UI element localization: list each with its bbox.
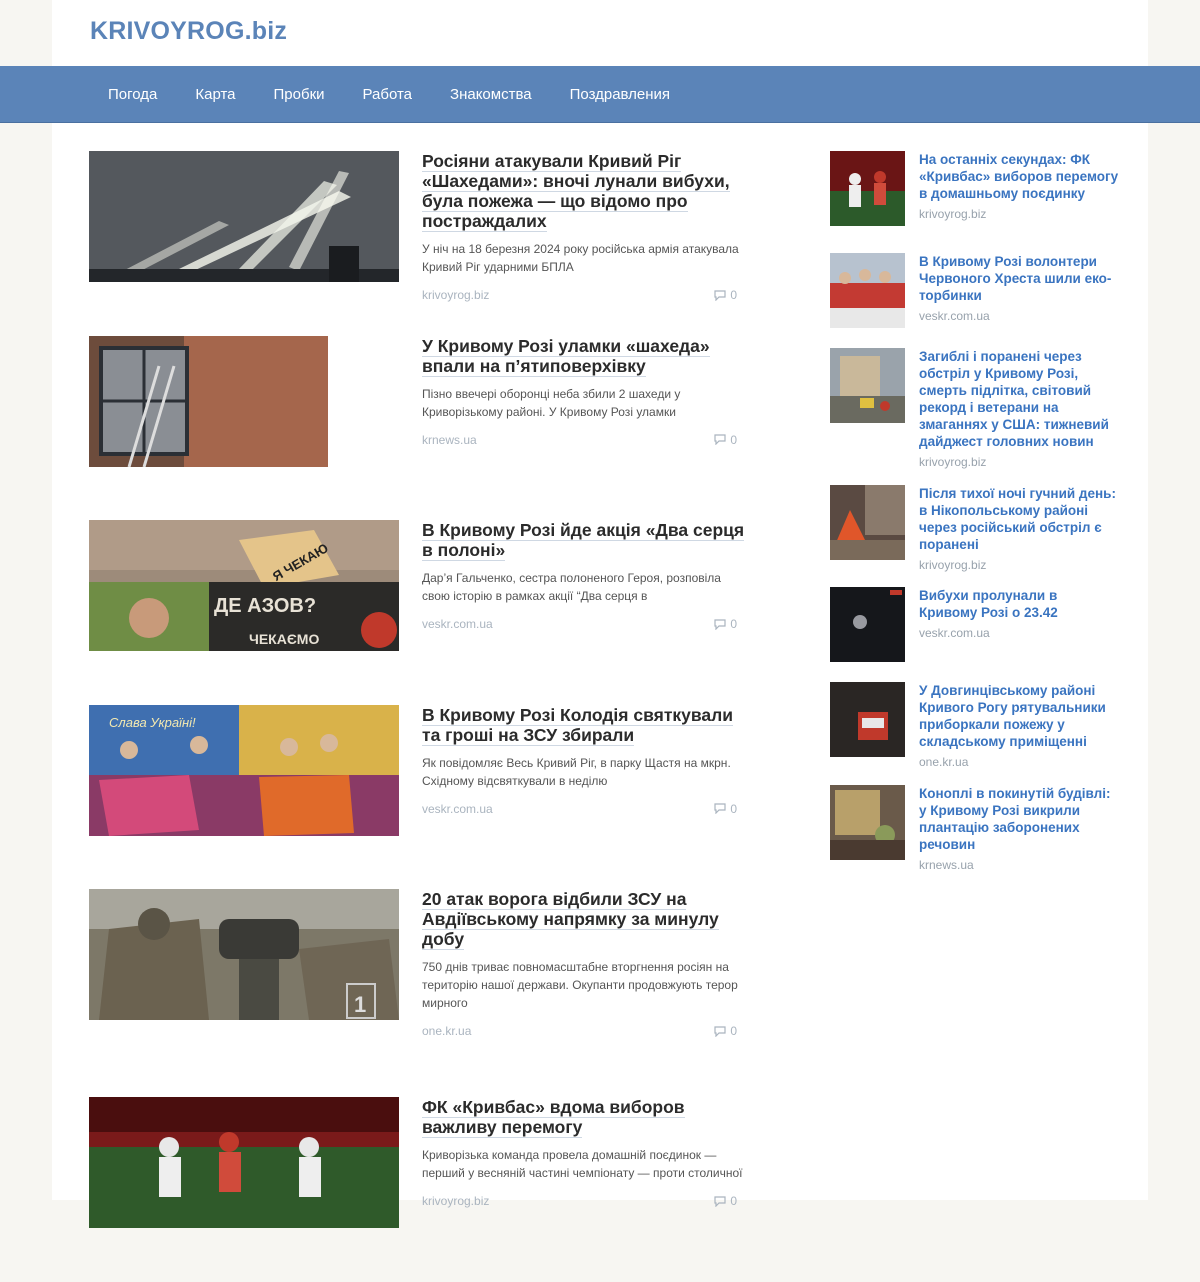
sidebar-thumbnail-warehouse[interactable] [830,682,905,757]
article-thumbnail-searchlights[interactable] [89,151,399,282]
sidebar-thumbnail-plantation[interactable] [830,785,905,860]
article-excerpt: Дар’я Гальченко, сестра полоненого Героя… [422,571,721,603]
image-text-where-azov: ДЕ АЗОВ? [214,595,316,617]
article-thumbnail-football[interactable] [89,1097,399,1228]
sidebar-item: У Довгинцівському районі Кривого Рогу ря… [830,682,1120,785]
sidebar: На останніх секундах: ФК «Кривбас» вибор… [830,151,1120,880]
sidebar-thumbnail-fire[interactable] [830,485,905,560]
article-item: 1 20 атак ворога відбили ЗСУ на Авдіївсь… [89,889,749,1097]
nav-item-map[interactable]: Карта [176,66,254,123]
article-title[interactable]: В Кривому Розі йде акція «Два серця в по… [422,520,747,561]
article-excerpt: У ніч на 18 березня 2024 року російська … [422,242,739,274]
sidebar-thumbnail-damaged-building[interactable] [830,348,905,423]
site-header: KRIVOYROG.biz [52,0,1148,66]
article-item: Росіяни атакували Кривий Ріг «Шахедами»:… [89,151,749,336]
comment-count: 0 [730,288,737,302]
article-title[interactable]: Росіяни атакували Кривий Ріг «Шахедами»:… [422,151,747,232]
article-source: krivoyrog.biz [422,1194,490,1208]
comments-link[interactable]: 0 [714,1194,737,1208]
sidebar-item: В Кривому Розі волонтери Червоного Хрест… [830,253,1120,348]
sidebar-source: one.kr.ua [919,755,969,769]
sidebar-source: krivoyrog.biz [919,455,987,469]
sidebar-title[interactable]: В Кривому Розі волонтери Червоного Хрест… [919,253,1119,304]
comments-link[interactable]: 0 [714,1024,737,1038]
sidebar-title[interactable]: Після тихої ночі гучний день: в Нікополь… [919,485,1119,553]
sidebar-thumbnail-volunteers[interactable] [830,253,905,328]
article-title[interactable]: У Кривому Розі уламки «шахеда» впали на … [422,335,747,377]
comment-count: 0 [730,432,737,447]
article-source: veskr.com.ua [422,617,493,631]
image-text-waiting-banner: ЧЕКАЄМО [249,631,319,647]
speech-bubble-icon [714,618,726,630]
nav-item-traffic[interactable]: Пробки [255,66,344,123]
comment-count: 0 [730,801,737,816]
sidebar-item: Загиблі і поранені через обстріл у Криво… [830,348,1120,485]
speech-bubble-icon [714,803,726,814]
article-source: one.kr.ua [422,1024,472,1038]
comment-count: 0 [730,617,737,631]
comments-link[interactable]: 0 [714,288,737,302]
sidebar-thumbnail-football[interactable] [830,151,905,226]
nav-item-dating[interactable]: Знакомства [431,66,551,123]
comment-count: 0 [730,1024,737,1038]
sidebar-title[interactable]: Загиблі і поранені через обстріл у Криво… [919,348,1119,450]
sidebar-source: veskr.com.ua [919,309,990,323]
comments-link[interactable]: 0 [714,433,737,447]
article-excerpt: Криворізька команда провела домашній поє… [422,1148,743,1180]
sidebar-source: krivoyrog.biz [919,558,987,572]
article-thumbnail-window[interactable] [89,335,328,467]
speech-bubble-icon [714,1025,726,1037]
article-title[interactable]: В Кривому Розі Колодія святкували та гро… [422,704,747,746]
article-title[interactable]: 20 атак ворога відбили ЗСУ на Авдіївсько… [422,889,747,950]
article-source: krivoyrog.biz [422,288,490,302]
article-thumbnail-soldiers[interactable]: 1 [89,889,399,1020]
comment-count: 0 [730,1194,737,1208]
speech-bubble-icon [714,1195,726,1207]
image-text-channel-one: 1 [354,992,366,1017]
sidebar-title[interactable]: У Довгинцівському районі Кривого Рогу ря… [919,682,1119,750]
article-title[interactable]: ФК «Кривбас» вдома виборов важливу перем… [422,1097,747,1138]
nav-item-jobs[interactable]: Работа [344,66,432,123]
sidebar-item: Коноплі в покинутій будівлі: у Кривому Р… [830,785,1120,880]
nav-item-weather[interactable]: Погода [89,66,176,123]
speech-bubble-icon [714,289,726,301]
comments-link[interactable]: 0 [714,802,737,816]
sidebar-thumbnail-night-sky[interactable] [830,587,905,662]
article-item: У Кривому Розі уламки «шахеда» впали на … [89,335,749,521]
nav-item-greetings[interactable]: Поздравления [551,66,689,123]
sidebar-source: krivoyrog.biz [919,207,987,221]
site-logo[interactable]: KRIVOYROG.biz [90,17,287,46]
sidebar-title[interactable]: Коноплі в покинутій будівлі: у Кривому Р… [919,785,1119,853]
comments-link[interactable]: 0 [714,617,737,631]
article-list: Росіяни атакували Кривий Ріг «Шахедами»:… [89,151,749,1282]
article-item: Я ЧЕКАЮ ДЕ АЗОВ? ЧЕКАЄМО В Кривому Розі … [89,520,749,705]
article-source: veskr.com.ua [422,801,493,816]
sidebar-title[interactable]: На останніх секундах: ФК «Кривбас» вибор… [919,151,1119,202]
sidebar-item: Вибухи пролунали в Кривому Розі о 23.42 … [830,587,1120,682]
article-item: Слава Україні! В Кривому Розі Колодія св… [89,704,749,890]
article-thumbnail-festival[interactable]: Слава Україні! [89,704,399,836]
image-text-glory: Слава Україні! [109,715,196,730]
article-thumbnail-azov-banner[interactable]: Я ЧЕКАЮ ДЕ АЗОВ? ЧЕКАЄМО [89,520,399,651]
speech-bubble-icon [714,434,726,445]
sidebar-title[interactable]: Вибухи пролунали в Кривому Розі о 23.42 [919,587,1119,621]
article-source: krnews.ua [422,432,477,447]
article-excerpt: Пізно ввечері оборонці неба збили 2 шахе… [422,386,681,419]
article-item: ФК «Кривбас» вдома виборов важливу перем… [89,1097,749,1282]
sidebar-source: veskr.com.ua [919,626,990,640]
sidebar-item: На останніх секундах: ФК «Кривбас» вибор… [830,151,1120,253]
article-excerpt: 750 днів триває повномасштабне вторгненн… [422,960,738,1010]
sidebar-source: krnews.ua [919,858,974,872]
article-excerpt: Як повідомляє Весь Кривий Ріг, в парку Щ… [422,755,731,788]
main-navigation: Погода Карта Пробки Работа Знакомства По… [0,66,1200,123]
sidebar-item: Після тихої ночі гучний день: в Нікополь… [830,485,1120,587]
